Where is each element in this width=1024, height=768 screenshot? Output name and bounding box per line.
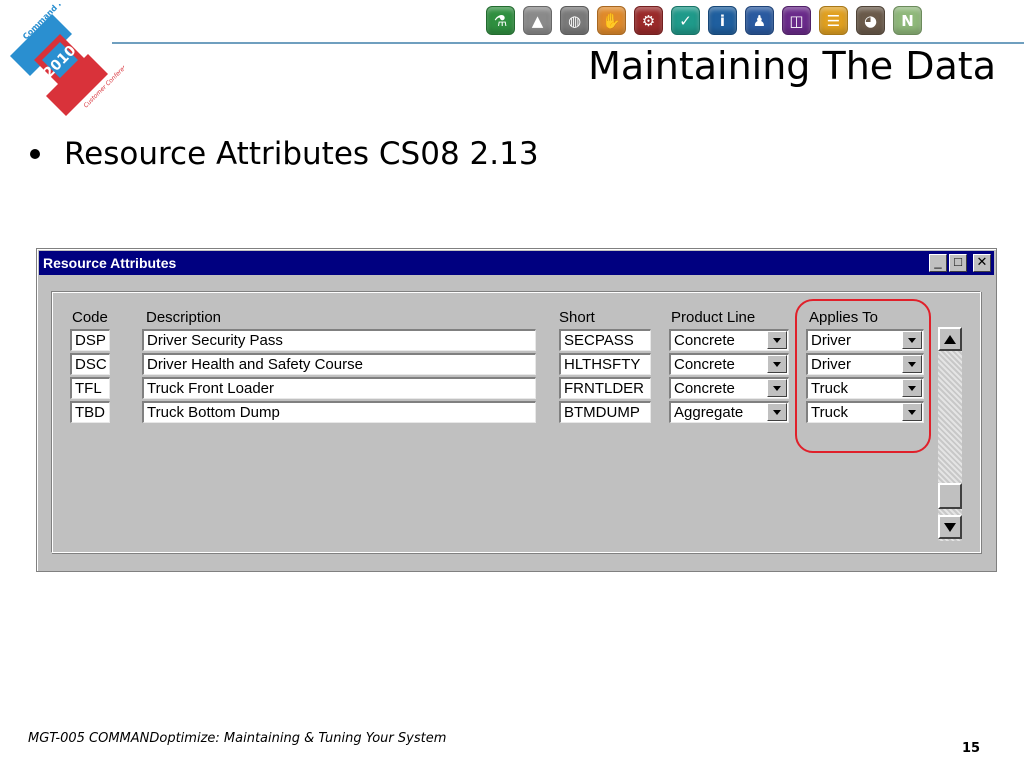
icon-toolbar: ⚗ ▲ ◍ ✋ ⚙ ✓ i ♟ ◫ ☰ ◕ N [486,6,922,35]
dropdown-button[interactable] [767,379,787,397]
minimize-button[interactable]: _ [929,254,947,272]
description-field[interactable]: Truck Front Loader [142,377,536,399]
letter-n-icon-glyph: N [901,11,914,30]
bullet-text: Resource Attributes CS08 2.13 [64,136,539,172]
hand-icon-glyph: ✋ [602,11,621,30]
description-field[interactable]: Truck Bottom Dump [142,401,536,423]
info-icon[interactable]: i [708,6,737,35]
hand-icon[interactable]: ✋ [597,6,626,35]
close-button[interactable]: ✕ [973,254,991,272]
checkmark-icon[interactable]: ✓ [671,6,700,35]
window-titlebar[interactable]: Resource Attributes _ □ ✕ [39,251,994,275]
scroll-down-button[interactable] [938,515,962,539]
dropdown-button[interactable] [767,403,787,421]
resource-attributes-window: Resource Attributes _ □ ✕ Code Descripti… [36,248,997,572]
column-header-product-line: Product Line [671,309,756,326]
chevron-down-icon [773,361,781,367]
arrow-down-icon [944,522,956,532]
short-field[interactable]: FRNTLDER [559,377,651,399]
checkmark-icon-glyph: ✓ [679,11,692,30]
code-field[interactable]: DSP [70,329,110,351]
presenter-icon-glyph: ♟ [752,11,767,30]
gears-icon-glyph: ⚙ [641,11,656,30]
chevron-down-icon [773,409,781,415]
flask-icon[interactable]: ⚗ [486,6,515,35]
scroll-thumb[interactable] [938,483,962,509]
column-header-description: Description [146,309,222,326]
command-alkon-2010-logo: 2010 Command Alkon Customer Conference [10,4,124,116]
short-field[interactable]: SECPASS [559,329,651,351]
product-line-select[interactable]: Concrete [669,377,789,399]
gears-icon[interactable]: ⚙ [634,6,663,35]
road-icon-glyph: ▲ [531,11,544,30]
page-number: 15 [962,741,981,756]
slide-title: Maintaining The Data [588,44,996,88]
window-title: Resource Attributes [43,255,177,271]
description-field[interactable]: Driver Health and Safety Course [142,353,536,375]
product-line-select[interactable]: Concrete [669,353,789,375]
globe-icon[interactable]: ◍ [560,6,589,35]
bullet-item: Resource Attributes CS08 2.13 [30,136,539,172]
list-icon-glyph: ☰ [826,11,841,30]
column-header-short: Short [559,309,595,326]
code-field[interactable]: DSC [70,353,110,375]
chevron-down-icon [773,337,781,343]
minimize-icon: _ [934,254,942,269]
globe-icon-glyph: ◍ [567,11,582,30]
letter-n-icon[interactable]: N [893,6,922,35]
short-field[interactable]: BTMDUMP [559,401,651,423]
dropdown-button[interactable] [767,331,787,349]
code-field[interactable]: TBD [70,401,110,423]
code-field[interactable]: TFL [70,377,110,399]
dropdown-button[interactable] [767,355,787,373]
info-icon-glyph: i [719,11,726,30]
description-field[interactable]: Driver Security Pass [142,329,536,351]
close-icon: ✕ [976,254,988,269]
layout-icon-glyph: ◫ [789,11,804,30]
layout-icon[interactable]: ◫ [782,6,811,35]
list-icon[interactable]: ☰ [819,6,848,35]
column-header-code: Code [72,309,108,326]
maximize-button[interactable]: □ [949,254,967,272]
applies-to-highlight [795,299,931,453]
chevron-down-icon [773,385,781,391]
truck-icon-glyph: ◕ [863,11,878,30]
bullet-dot-icon [30,149,40,159]
truck-icon[interactable]: ◕ [856,6,885,35]
footer-text: MGT-005 COMMANDoptimize: Maintaining & T… [28,731,447,746]
short-field[interactable]: HLTHSFTY [559,353,651,375]
arrow-up-icon [944,334,956,344]
product-line-select[interactable]: Aggregate [669,401,789,423]
flask-icon-glyph: ⚗ [493,11,508,30]
presenter-icon[interactable]: ♟ [745,6,774,35]
scroll-up-button[interactable] [938,327,962,351]
road-icon[interactable]: ▲ [523,6,552,35]
maximize-icon: □ [954,254,962,269]
product-line-select[interactable]: Concrete [669,329,789,351]
